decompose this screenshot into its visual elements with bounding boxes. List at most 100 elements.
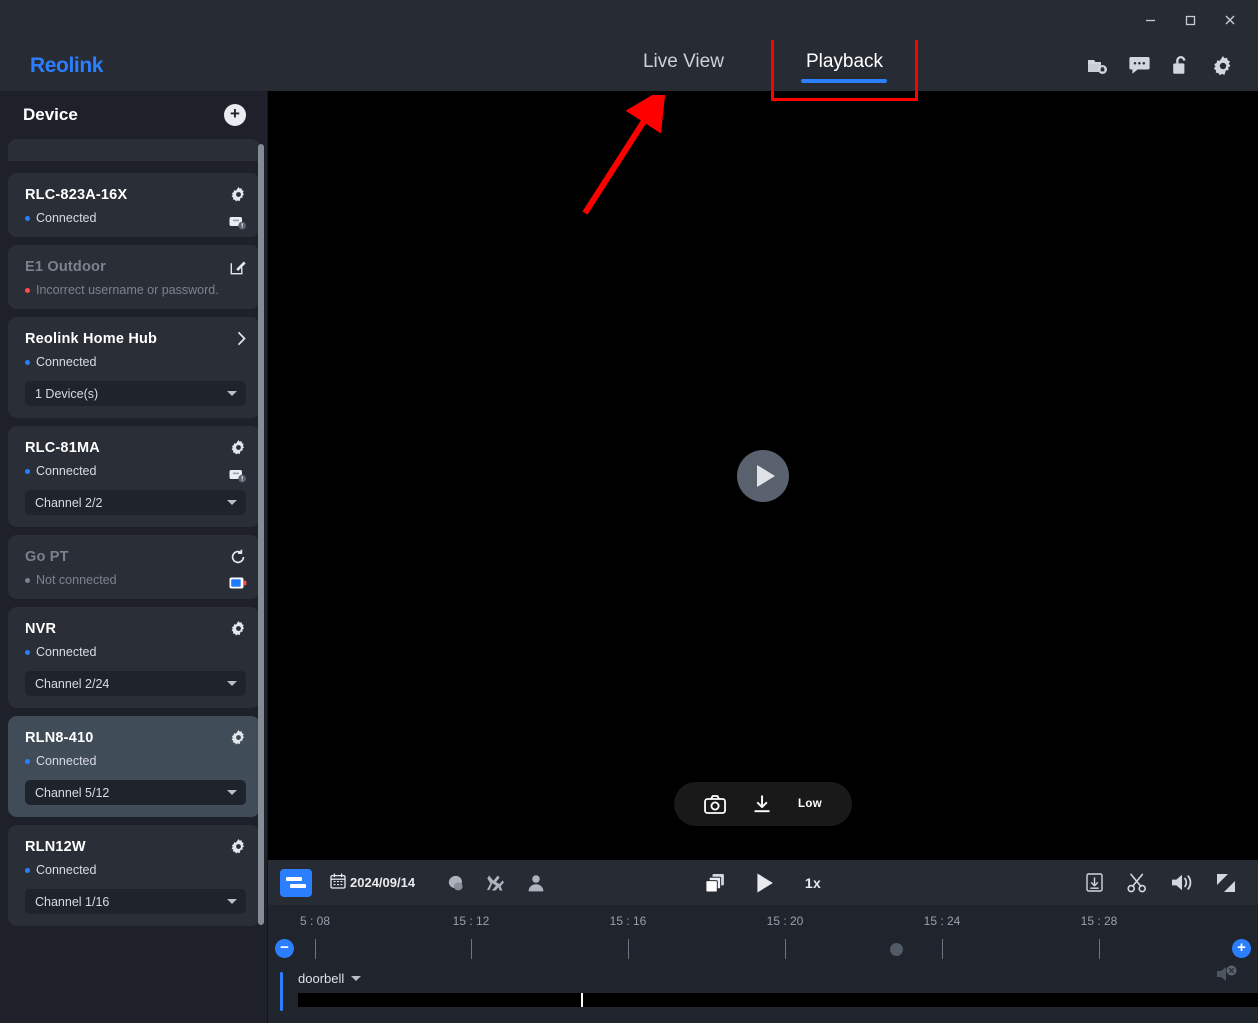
timeline-tick bbox=[315, 939, 316, 959]
tab-live-view-label: Live View bbox=[642, 50, 724, 72]
tab-playback[interactable]: Playback bbox=[770, 25, 919, 101]
timeline-zoom-in-button[interactable]: + bbox=[1232, 939, 1251, 958]
chevron-down-icon bbox=[351, 976, 362, 981]
playhead-marker[interactable] bbox=[581, 993, 583, 1007]
device-channel-value: Channel 5/12 bbox=[35, 785, 110, 800]
device-channel-select[interactable]: Channel 5/12 bbox=[25, 780, 246, 805]
multi-view-icon[interactable] bbox=[705, 873, 725, 893]
add-device-button[interactable]: + bbox=[224, 104, 246, 126]
device-card-nvr[interactable]: NVR Connected Channel 2/24 bbox=[8, 607, 260, 708]
timeline[interactable]: 5 : 08 15 : 12 15 : 16 15 : 20 15 : 24 1… bbox=[268, 905, 1258, 1023]
unlock-icon[interactable] bbox=[1168, 53, 1194, 79]
chevron-down-icon bbox=[227, 681, 237, 686]
gear-icon[interactable] bbox=[231, 730, 246, 745]
secure-files-icon[interactable] bbox=[1084, 53, 1110, 79]
device-status-label: Not connected bbox=[36, 573, 117, 587]
quality-label[interactable]: Low bbox=[798, 798, 822, 810]
list-view-button[interactable] bbox=[280, 868, 312, 897]
device-card-e1-outdoor[interactable]: E1 Outdoor Incorrect username or passwor… bbox=[8, 245, 260, 309]
date-picker[interactable]: 2024/09/14 bbox=[330, 873, 415, 892]
device-status: Connected bbox=[25, 754, 246, 768]
status-dot bbox=[25, 867, 30, 873]
volume-icon[interactable] bbox=[1171, 873, 1192, 892]
track-selector[interactable]: doorbell bbox=[298, 971, 362, 986]
device-card-rlc-823a-16x[interactable]: RLC-823A-16X Connected bbox=[8, 173, 260, 237]
pet-filter-icon[interactable] bbox=[487, 874, 505, 892]
gear-icon[interactable] bbox=[231, 621, 246, 636]
playback-speed[interactable]: 1x bbox=[805, 875, 821, 891]
page-title: Device bbox=[23, 105, 78, 124]
device-channel-select[interactable]: Channel 1/16 bbox=[25, 889, 246, 914]
status-dot bbox=[25, 758, 30, 764]
timeline-zoom-out-button[interactable]: − bbox=[275, 939, 294, 958]
tab-live-view[interactable]: Live View bbox=[637, 49, 730, 83]
snapshot-icon[interactable] bbox=[704, 794, 726, 814]
reolink-logo: Reolink bbox=[30, 53, 104, 77]
timeline-tick bbox=[1099, 939, 1100, 959]
download-icon[interactable] bbox=[752, 794, 772, 814]
reolink-app-window: Reolink Live View Playback Device + RLC-… bbox=[0, 0, 1258, 1023]
person-filter-icon[interactable] bbox=[527, 874, 545, 892]
edit-icon[interactable] bbox=[230, 259, 246, 275]
device-list[interactable]: RLC-823A-16X Connected E1 Outdoor Incorr… bbox=[0, 139, 268, 1023]
chevron-down-icon bbox=[227, 500, 237, 505]
device-channel-select[interactable]: Channel 2/2 bbox=[25, 490, 246, 515]
gear-icon[interactable] bbox=[231, 187, 246, 202]
maximize-button[interactable] bbox=[1170, 5, 1210, 35]
device-channel-value: Channel 2/24 bbox=[35, 676, 110, 691]
device-name: RLN12W bbox=[25, 839, 86, 855]
device-name: RLC-81MA bbox=[25, 440, 100, 456]
event-filters bbox=[447, 874, 545, 892]
device-card-rlc-81ma[interactable]: RLC-81MA Connected Channel 2/2 bbox=[8, 426, 260, 527]
main-content: Low 2024/09/14 1x 5: 08 15: 12 15: 16… bbox=[268, 91, 1258, 1023]
gear-icon[interactable] bbox=[231, 839, 246, 854]
list-line bbox=[286, 877, 302, 881]
device-card-go-pt[interactable]: Go PT Not connected bbox=[8, 535, 260, 599]
gear-icon[interactable] bbox=[231, 440, 246, 455]
play-icon[interactable] bbox=[755, 872, 775, 894]
timeline-tick-label: 15 : 20 bbox=[766, 914, 804, 928]
timeline-tick-label: 15 : 24 bbox=[923, 914, 961, 928]
refresh-icon[interactable] bbox=[230, 549, 246, 565]
device-status: Incorrect username or password. bbox=[25, 283, 246, 297]
tab-playback-label: Playback bbox=[805, 50, 884, 72]
play-button-overlay[interactable] bbox=[737, 449, 789, 502]
device-channel-select[interactable]: Channel 2/24 bbox=[25, 671, 246, 696]
track-recording-row[interactable] bbox=[298, 993, 1258, 1007]
sidebar-scrollbar[interactable] bbox=[258, 91, 264, 1023]
device-status: Connected bbox=[25, 863, 246, 877]
header-icon-group bbox=[1084, 53, 1236, 79]
minimize-button[interactable] bbox=[1130, 5, 1170, 35]
device-card-reolink-home-hub[interactable]: Reolink Home Hub Connected 1 Device(s) bbox=[8, 317, 260, 418]
chat-icon[interactable] bbox=[1126, 53, 1152, 79]
device-channel-value: Channel 1/16 bbox=[35, 894, 110, 909]
calendar-icon bbox=[330, 873, 346, 892]
scrollbar-thumb[interactable] bbox=[258, 144, 264, 925]
device-card-partial[interactable] bbox=[8, 139, 260, 161]
mute-icon[interactable] bbox=[1216, 964, 1238, 984]
download-icon[interactable] bbox=[1086, 873, 1103, 892]
timeline-track-doorbell[interactable]: doorbell bbox=[280, 965, 1258, 1023]
status-dot bbox=[25, 468, 30, 474]
playback-right-controls bbox=[1086, 873, 1236, 893]
chevron-right-icon[interactable] bbox=[237, 331, 246, 346]
gear-icon[interactable] bbox=[1210, 53, 1236, 79]
sd-card-alert-icon[interactable] bbox=[229, 468, 247, 483]
status-dot bbox=[25, 215, 30, 221]
sd-card-alert-icon[interactable] bbox=[229, 215, 247, 230]
device-card-rln12w[interactable]: RLN12W Connected Channel 1/16 bbox=[8, 825, 260, 926]
timeline-event-marker[interactable] bbox=[890, 943, 903, 956]
device-status-label: Connected bbox=[36, 464, 97, 478]
status-dot bbox=[25, 649, 30, 655]
device-status-label: Connected bbox=[36, 863, 97, 877]
clip-scissors-icon[interactable] bbox=[1127, 873, 1147, 893]
track-name-label: doorbell bbox=[298, 971, 345, 986]
device-child-select[interactable]: 1 Device(s) bbox=[25, 381, 246, 406]
video-player[interactable]: Low bbox=[268, 91, 1258, 860]
motion-filter-icon[interactable] bbox=[447, 874, 465, 892]
device-status-label: Connected bbox=[36, 754, 97, 768]
device-card-rln8-410[interactable]: RLN8-410 Connected Channel 5/12 bbox=[8, 716, 260, 817]
fullscreen-icon[interactable] bbox=[1216, 873, 1236, 893]
device-sidebar: Device + RLC-823A-16X Connected E1 Outdo… bbox=[0, 91, 268, 1023]
close-button[interactable] bbox=[1210, 5, 1250, 35]
